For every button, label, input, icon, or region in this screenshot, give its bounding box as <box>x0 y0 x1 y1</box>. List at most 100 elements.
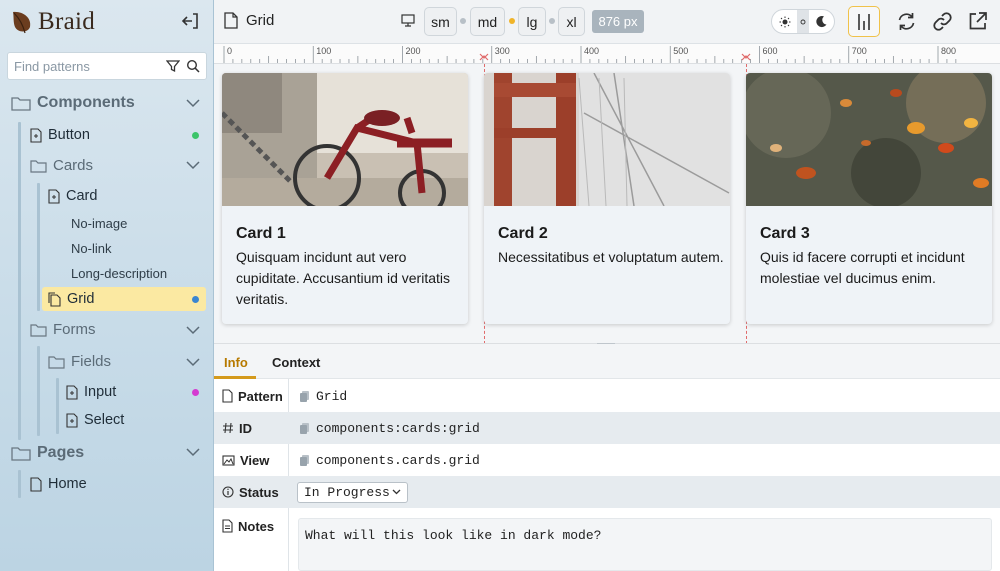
copy-icon[interactable] <box>299 390 310 403</box>
info-circle-icon <box>222 486 234 498</box>
chevron-down-icon[interactable] <box>186 325 200 335</box>
row-label: Notes <box>222 519 274 534</box>
pattern-value: Grid <box>316 388 348 404</box>
ruler-tick-label: 200 <box>406 46 421 56</box>
section-pages[interactable]: Pages <box>11 444 84 462</box>
file-icon <box>30 476 42 492</box>
sidebar-item-grid-content: Grid <box>48 291 94 307</box>
breakpoint-label: xl <box>566 13 577 30</box>
filter-icon[interactable] <box>166 59 180 73</box>
row-view: View components.cards.grid <box>214 444 1000 476</box>
leaf-logo-icon <box>10 9 34 35</box>
chevron-down-icon[interactable] <box>186 447 200 457</box>
sidebar-item-input[interactable]: Input <box>66 384 116 400</box>
notes-textarea[interactable]: What will this look like in dark mode? <box>298 518 992 571</box>
sidebar-item-label: Button <box>48 127 90 143</box>
breakpoint-xl-button[interactable]: xl <box>558 7 585 36</box>
file-icon <box>224 12 238 29</box>
row-value: components:cards:grid <box>299 421 480 436</box>
app-logo[interactable]: Braid <box>10 8 95 36</box>
breakpoint-active-dot <box>509 18 515 24</box>
ruler-tick-label: 800 <box>941 46 956 56</box>
breakpoint-label: sm <box>431 13 450 30</box>
card-title: Card 1 <box>236 225 286 242</box>
card-body: Necessitatibus et voluptatum autem. <box>498 249 724 265</box>
preview-canvas: Card 1 Quisquam incidunt aut vero cupidi… <box>214 64 1000 344</box>
breakpoint-label: lg <box>526 13 538 30</box>
sidebar-variant-no-image[interactable]: No-image <box>71 216 127 231</box>
card-title: Card 2 <box>498 225 548 242</box>
sidebar-item-button[interactable]: Button <box>30 127 90 143</box>
chevron-down-icon[interactable] <box>186 160 200 170</box>
sidebar-folder-forms[interactable]: Forms <box>30 321 96 338</box>
sidebar-item-card[interactable]: Card <box>48 188 97 204</box>
pattern-search[interactable] <box>7 52 207 80</box>
breakpoint-lg-button[interactable]: lg <box>518 7 546 36</box>
collapse-sidebar-icon[interactable] <box>180 11 200 31</box>
chevron-down-icon[interactable] <box>186 98 200 108</box>
refresh-icon[interactable] <box>896 11 917 32</box>
copy-file-icon <box>48 291 61 307</box>
sidebar-variant-long-description[interactable]: Long-description <box>71 266 167 281</box>
tab-context[interactable]: Context <box>272 355 320 370</box>
breakpoint-dot <box>460 18 466 24</box>
hash-icon <box>222 422 234 434</box>
row-value: Grid <box>299 389 347 404</box>
sidebar-item-label: Long-description <box>71 266 168 281</box>
link-icon[interactable] <box>932 11 953 32</box>
tree-guide <box>37 346 40 436</box>
tab-info[interactable]: Info <box>224 355 248 370</box>
panel-tabs: Info Context <box>214 344 1000 379</box>
tree-guide <box>18 470 21 498</box>
breakpoint-label: md <box>477 13 498 30</box>
sidebar-folder-fields[interactable]: Fields <box>48 353 111 370</box>
id-value: components:cards:grid <box>316 420 480 436</box>
breakpoint-md-button[interactable]: md <box>470 7 505 36</box>
folder-icon <box>11 95 31 111</box>
section-components[interactable]: Components <box>11 94 135 112</box>
chevron-down-icon[interactable] <box>186 357 200 367</box>
row-label-text: Status <box>239 484 279 500</box>
monitor-icon[interactable] <box>401 14 415 27</box>
sidebar-item-label: Grid <box>67 291 95 307</box>
ruler-tick-label: 0 <box>227 46 232 56</box>
row-label-text: Notes <box>238 518 275 534</box>
sidebar-item-grid[interactable]: Grid <box>42 287 206 311</box>
theme-toggle[interactable] <box>771 9 835 34</box>
copy-icon[interactable] <box>299 454 310 467</box>
status-select[interactable]: In Progress <box>297 481 408 503</box>
card-2[interactable]: Card 2 Necessitatibus et voluptatum aute… <box>484 73 730 324</box>
toolbar: Grid sm md lg xl 876 px <box>214 0 1000 44</box>
horizontal-ruler: 0 100 200 300 400 500 600 700 800 <box>214 44 1000 64</box>
sidebar-variant-no-link[interactable]: No-link <box>71 241 111 256</box>
image-icon <box>222 454 235 466</box>
tree-guide <box>18 122 21 440</box>
folder-icon <box>30 159 47 173</box>
folder-icon <box>30 323 47 337</box>
card-1[interactable]: Card 1 Quisquam incidunt aut vero cupidi… <box>222 73 468 324</box>
auto-theme-icon[interactable] <box>797 10 809 33</box>
breakpoint-dot <box>549 18 555 24</box>
folder-icon <box>11 445 31 461</box>
row-pattern: Pattern Grid <box>214 380 1000 412</box>
card-3[interactable]: Card 3 Quis id facere corrupti et incidu… <box>746 73 992 324</box>
sidebar-item-select[interactable]: Select <box>66 412 124 428</box>
breakpoint-sm-button[interactable]: sm <box>424 7 457 36</box>
copy-icon[interactable] <box>299 422 310 435</box>
sidebar-item-label: No-image <box>71 216 128 231</box>
breakpoint-marker-icon <box>479 53 489 61</box>
ruler-toggle-button[interactable] <box>848 6 880 37</box>
row-label: ID <box>222 421 252 436</box>
ruler-tick-label: 600 <box>763 46 778 56</box>
sidebar-item-label: Input <box>84 384 117 400</box>
moon-icon[interactable] <box>809 10 834 33</box>
search-icon[interactable] <box>186 59 200 73</box>
sidebar-item-label: Select <box>84 412 125 428</box>
open-external-icon[interactable] <box>968 11 988 31</box>
sidebar-item-home[interactable]: Home <box>30 476 87 492</box>
sun-icon[interactable] <box>772 10 797 33</box>
search-input[interactable] <box>14 58 160 74</box>
status-dot <box>192 389 199 396</box>
sidebar-folder-cards[interactable]: Cards <box>30 157 93 174</box>
card-image-bicycle <box>222 73 468 206</box>
